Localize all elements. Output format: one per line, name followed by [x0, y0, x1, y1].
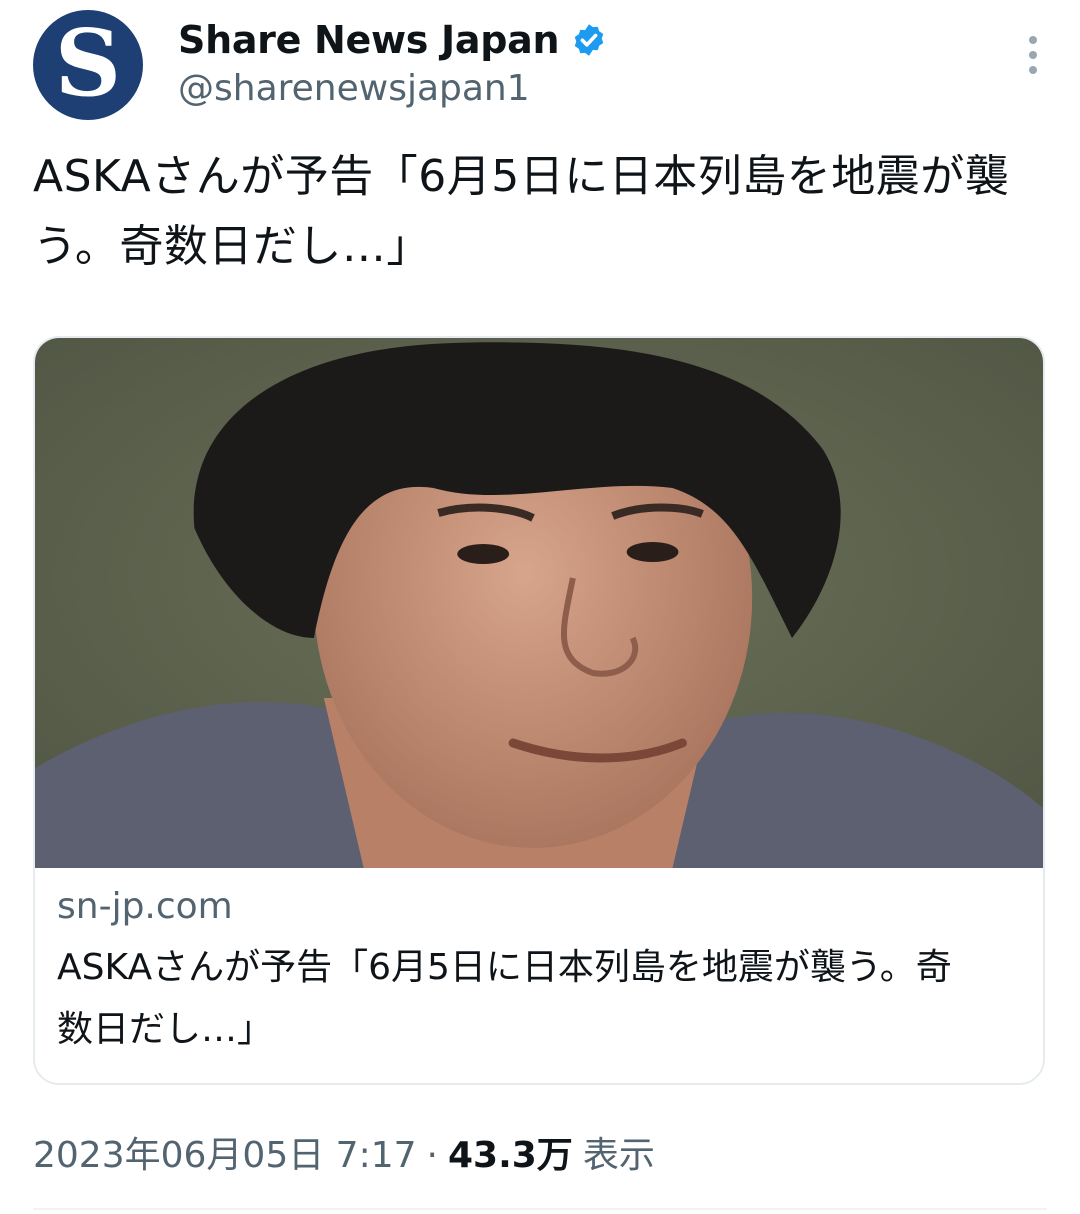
card-meta[interactable]: sn-jp.com ASKAさんが予告「6月5日に日本列島を地震が襲う。奇数日だ…	[57, 886, 1021, 1061]
avatar-letter: S	[54, 9, 122, 117]
card-title[interactable]: ASKAさんが予告「6月5日に日本列島を地震が襲う。奇数日だし…」	[57, 937, 957, 1061]
timestamp[interactable]: 2023年06月05日 7:17	[33, 1126, 417, 1178]
view-label[interactable]: 表示	[583, 1126, 655, 1178]
view-count[interactable]: 43.3万	[448, 1126, 573, 1178]
author-handle[interactable]: @sharenewsjapan1	[178, 68, 530, 109]
separator: ·	[426, 1135, 438, 1176]
card-domain[interactable]: sn-jp.com	[57, 886, 1021, 927]
tweet-meta: 2023年06月05日 7:17 · 43.3万 表示	[33, 1126, 655, 1178]
link-card[interactable]: sn-jp.com ASKAさんが予告「6月5日に日本列島を地震が襲う。奇数日だ…	[33, 336, 1045, 1085]
card-image[interactable]	[35, 338, 1043, 868]
divider	[33, 1208, 1047, 1210]
author-name-row[interactable]: Share News Japan	[178, 18, 607, 62]
more-options-icon[interactable]	[1023, 36, 1043, 80]
author-name[interactable]: Share News Japan	[178, 18, 560, 62]
tweet-text: ASKAさんが予告「6月5日に日本列島を地震が襲う。奇数日だし…」	[33, 151, 1010, 272]
avatar[interactable]: S	[33, 10, 143, 120]
verified-badge-icon	[574, 24, 604, 56]
tweet-header: S Share News Japan @sharenewsjapan1	[33, 10, 1047, 122]
